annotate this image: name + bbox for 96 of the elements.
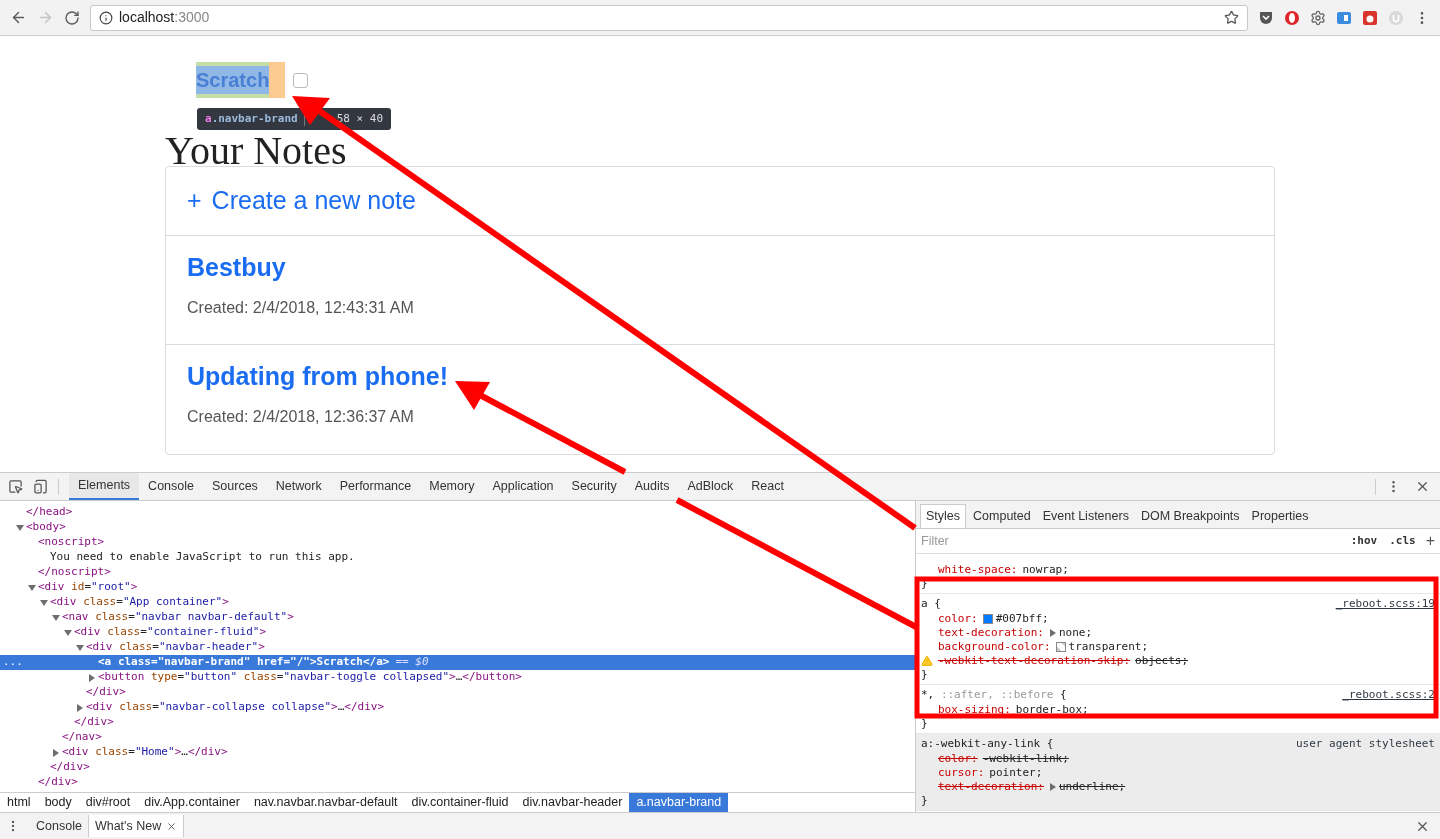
styles-subtab[interactable]: Event Listeners bbox=[1037, 504, 1134, 528]
filter-field[interactable]: Filter bbox=[921, 531, 1351, 551]
expand-triangle-icon[interactable] bbox=[76, 643, 84, 652]
devtools-tab[interactable]: Memory bbox=[420, 473, 484, 500]
dom-node[interactable]: <div class="navbar-header"> bbox=[86, 639, 265, 656]
hover-state-toggle[interactable]: :hov bbox=[1350, 532, 1378, 550]
dom-node[interactable]: <nav class="navbar navbar-default"> bbox=[62, 609, 294, 626]
devtools-tab[interactable]: Sources bbox=[203, 473, 267, 500]
pocket-icon[interactable] bbox=[1258, 9, 1274, 26]
css-selector[interactable]: a:-webkit-any-link { bbox=[921, 735, 1054, 753]
dom-node[interactable]: <button type="button" class="navbar-toggle collapsed">…</button> bbox=[98, 669, 522, 686]
devtools-tab[interactable]: Network bbox=[266, 473, 331, 500]
dom-node[interactable]: <noscript> bbox=[38, 534, 105, 551]
styles-subtab[interactable]: Properties bbox=[1246, 504, 1314, 528]
tile-extension-icon[interactable] bbox=[1336, 9, 1352, 26]
devtools-tab[interactable]: Application bbox=[483, 473, 563, 500]
breadcrumb-item[interactable]: div.container-fluid bbox=[404, 792, 516, 813]
dom-text-node[interactable]: You need to enable JavaScript to run this app. bbox=[50, 549, 355, 566]
dom-node[interactable]: <div id="root"> bbox=[38, 579, 138, 596]
selected-node-marker: == $0 bbox=[395, 654, 429, 671]
expand-triangle-icon[interactable] bbox=[1048, 629, 1057, 637]
css-selector[interactable]: *, ::after, ::before { bbox=[921, 686, 1067, 704]
expand-triangle-icon[interactable] bbox=[88, 673, 96, 682]
back-icon[interactable] bbox=[10, 9, 27, 26]
styles-subtab[interactable]: DOM Breakpoints bbox=[1135, 504, 1245, 528]
devtools-tab[interactable]: React bbox=[742, 473, 793, 500]
row-menu-dots[interactable]: ... bbox=[3, 654, 23, 671]
expand-triangle-icon[interactable] bbox=[16, 523, 24, 532]
dom-node[interactable]: </div> bbox=[86, 684, 126, 701]
dom-node[interactable]: </nav> bbox=[62, 729, 102, 746]
note-created-date: Created: 2/4/2018, 12:36:37 AM bbox=[187, 407, 415, 427]
transparency-swatch-icon[interactable] bbox=[1055, 642, 1066, 652]
breadcrumb-item[interactable]: a.navbar-brand bbox=[629, 792, 729, 813]
devtools-tab[interactable]: Security bbox=[562, 473, 626, 500]
devtools-tab[interactable]: Audits bbox=[625, 473, 679, 500]
expand-triangle-icon[interactable] bbox=[28, 583, 36, 592]
dom-node[interactable]: </div> bbox=[74, 714, 114, 731]
dom-node[interactable]: <div class="navbar-collapse collapse">…</div> bbox=[86, 699, 385, 716]
note-title-link[interactable]: Bestbuy bbox=[187, 250, 286, 284]
breadcrumb-item[interactable]: div.navbar-header bbox=[515, 792, 630, 813]
bookmark-star-icon[interactable] bbox=[1224, 10, 1239, 25]
reload-icon[interactable] bbox=[64, 9, 80, 26]
breadcrumb-item[interactable]: body bbox=[37, 792, 79, 813]
breadcrumb-item[interactable]: div#root bbox=[78, 792, 138, 813]
ring-extension-icon[interactable] bbox=[1284, 9, 1300, 26]
close-tab-icon[interactable] bbox=[166, 820, 178, 832]
styles-subtab[interactable]: Styles bbox=[920, 504, 967, 528]
dom-node[interactable]: <div class="App container"> bbox=[50, 594, 229, 611]
breadcrumb-item[interactable]: div.App.container bbox=[137, 792, 247, 813]
expand-triangle-icon[interactable] bbox=[40, 598, 48, 607]
breadcrumb-item[interactable]: nav.navbar.navbar-default bbox=[246, 792, 405, 813]
breadcrumb-item[interactable]: html bbox=[0, 792, 38, 813]
drawer-tab[interactable]: Console bbox=[30, 815, 88, 837]
inspect-tooltip: a.navbar-brand 58 × 40 bbox=[197, 108, 392, 130]
drawer-tab[interactable]: What's New bbox=[87, 815, 185, 837]
property-value[interactable]: border-box; bbox=[1015, 701, 1089, 719]
expand-triangle-icon[interactable] bbox=[52, 748, 60, 757]
dom-node[interactable]: </div> bbox=[38, 774, 78, 791]
info-icon[interactable] bbox=[99, 10, 113, 25]
note-title-link[interactable]: Updating from phone! bbox=[187, 359, 449, 393]
create-note-link[interactable]: + Create a new note bbox=[166, 167, 1274, 236]
devtools-tab[interactable]: Performance bbox=[330, 473, 421, 500]
menu-toggle-button[interactable] bbox=[293, 72, 309, 88]
dom-node[interactable]: <div class="Home">…</div> bbox=[62, 744, 228, 761]
closing-brace: } bbox=[921, 715, 928, 732]
device-toolbar-icon[interactable] bbox=[33, 479, 48, 494]
class-toggle[interactable]: .cls bbox=[1389, 532, 1416, 550]
property-value[interactable]: nowrap; bbox=[1022, 561, 1069, 579]
dom-node[interactable]: <div class="container-fluid"> bbox=[74, 624, 267, 641]
bug-extension-icon[interactable] bbox=[1362, 9, 1378, 26]
property-value[interactable]: underline; bbox=[1058, 778, 1126, 796]
closing-brace: } bbox=[921, 792, 928, 809]
styles-subtab[interactable]: Computed bbox=[968, 504, 1036, 528]
devtools-tab[interactable]: AdBlock bbox=[678, 473, 743, 500]
note-created-date: Created: 2/4/2018, 12:43:31 AM bbox=[187, 298, 415, 318]
dom-node[interactable]: </head> bbox=[26, 504, 73, 521]
expand-triangle-icon[interactable] bbox=[64, 628, 72, 637]
property-name[interactable]: white-space: bbox=[938, 561, 1018, 579]
expand-triangle-icon[interactable] bbox=[76, 703, 84, 712]
dom-node[interactable]: <a class="navbar-brand" href="/">Scratch</a> bbox=[98, 654, 390, 671]
css-selector[interactable]: a { bbox=[921, 595, 941, 613]
address-field[interactable]: localhost:3000 bbox=[90, 4, 1248, 31]
close-icon[interactable] bbox=[1415, 479, 1430, 494]
add-rule-button[interactable]: + bbox=[1425, 533, 1435, 549]
devtools-tab[interactable]: Console bbox=[139, 473, 203, 500]
property-name[interactable]: box-sizing: bbox=[938, 701, 1011, 719]
dom-node[interactable]: </div> bbox=[50, 759, 90, 776]
dom-node[interactable]: <body> bbox=[26, 519, 66, 536]
dom-node[interactable]: </noscript> bbox=[38, 564, 111, 581]
color-swatch-icon[interactable] bbox=[982, 614, 993, 624]
closing-brace: } bbox=[921, 666, 928, 683]
devtools-tab[interactable]: Elements bbox=[69, 473, 140, 500]
inspect-element-icon[interactable] bbox=[8, 479, 23, 494]
expand-triangle-icon[interactable] bbox=[52, 613, 60, 622]
gear-icon[interactable] bbox=[1310, 9, 1326, 26]
expand-triangle-icon[interactable] bbox=[1048, 783, 1057, 791]
